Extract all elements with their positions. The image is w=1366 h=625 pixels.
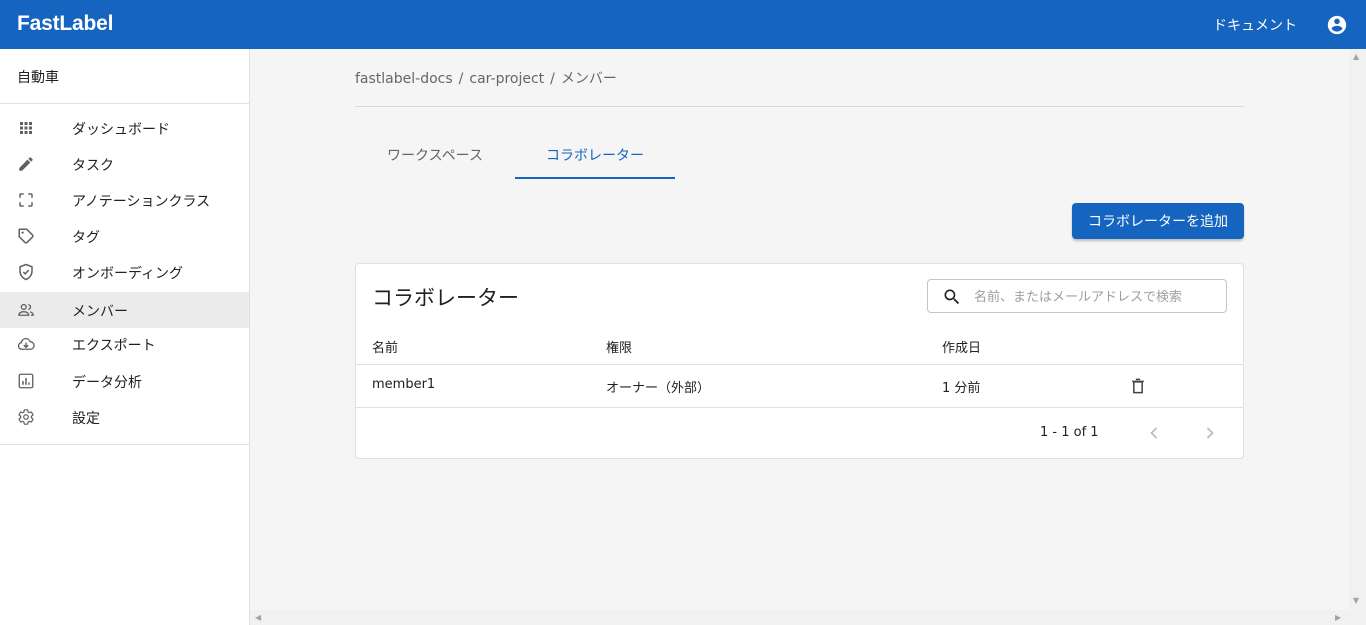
divider — [0, 444, 249, 445]
breadcrumb-separator: / — [458, 71, 464, 87]
divider — [355, 106, 1244, 107]
search-input[interactable] — [974, 286, 1222, 308]
scroll-down-icon[interactable]: ▼ — [1353, 597, 1359, 605]
workspace-name: 自動車 — [17, 70, 59, 86]
documentation-link[interactable]: ドキュメント — [1213, 15, 1297, 35]
column-header-created[interactable]: 作成日 — [942, 337, 981, 356]
pagination-text: 1 - 1 of 1 — [1040, 425, 1099, 440]
shield-check-icon — [19, 263, 33, 281]
sidebar-item-label: オンボーディング — [72, 266, 184, 282]
bar-chart-icon — [18, 373, 34, 389]
scroll-left-icon[interactable]: ◀ — [255, 614, 261, 622]
sidebar-item-label: アノテーションクラス — [72, 194, 211, 210]
people-icon — [18, 303, 34, 316]
sidebar: 自動車 ダッシュボード タスク アノテーションクラス タグ オンボーディング メ… — [0, 49, 250, 625]
crop-frame-icon — [19, 193, 33, 207]
brand-logo[interactable]: FastLabel — [17, 12, 113, 36]
breadcrumb-workspace[interactable]: fastlabel-docs — [355, 71, 453, 87]
sidebar-item-label: ダッシュボード — [72, 122, 170, 138]
sidebar-item-label: タグ — [72, 230, 100, 246]
sidebar-item-tags[interactable]: タグ — [0, 218, 249, 254]
sidebar-item-analytics[interactable]: データ分析 — [0, 363, 249, 399]
sidebar-item-label: 設定 — [72, 411, 100, 427]
column-header-name[interactable]: 名前 — [372, 337, 398, 356]
tag-icon — [18, 228, 34, 244]
sidebar-item-label: データ分析 — [72, 375, 142, 391]
cell-name: member1 — [372, 377, 436, 392]
add-collaborator-button[interactable]: コラボレーターを追加 — [1072, 203, 1244, 239]
sidebar-item-export[interactable]: エクスポート — [0, 326, 249, 362]
card-title: コラボレーター — [372, 286, 519, 310]
sidebar-item-label: タスク — [72, 158, 114, 174]
sidebar-item-tasks[interactable]: タスク — [0, 146, 249, 182]
breadcrumb-separator: / — [550, 71, 555, 87]
app-bar: FastLabel ドキュメント — [0, 0, 1366, 49]
divider — [356, 407, 1243, 408]
sidebar-item-label: メンバー — [72, 304, 128, 320]
sidebar-item-settings[interactable]: 設定 — [0, 399, 249, 435]
sidebar-item-dashboard[interactable]: ダッシュボード — [0, 110, 249, 146]
cloud-download-icon — [17, 337, 35, 350]
divider — [356, 364, 1243, 365]
scroll-up-icon[interactable]: ▲ — [1353, 53, 1359, 61]
search-field[interactable] — [927, 279, 1227, 313]
cell-created: 1 分前 — [942, 381, 981, 396]
sidebar-item-members[interactable]: メンバー — [0, 292, 249, 328]
vertical-scrollbar[interactable]: ▲ ▼ — [1349, 49, 1366, 610]
column-header-role[interactable]: 権限 — [606, 337, 632, 356]
sidebar-item-annotation-classes[interactable]: アノテーションクラス — [0, 182, 249, 218]
cell-role: オーナー（外部） — [606, 381, 711, 396]
account-circle-icon[interactable] — [1326, 14, 1348, 36]
apps-grid-icon — [20, 122, 32, 134]
divider — [0, 103, 249, 104]
breadcrumb-project[interactable]: car-project — [469, 71, 544, 87]
breadcrumb-current: メンバー — [560, 71, 617, 87]
search-icon — [944, 289, 960, 305]
breadcrumb: fastlabel-docs / car-project / メンバー — [355, 68, 617, 88]
delete-icon[interactable] — [1128, 376, 1148, 396]
scroll-right-icon[interactable]: ▶ — [1335, 614, 1341, 622]
gear-icon — [18, 409, 34, 425]
chevron-right-icon[interactable] — [1198, 421, 1222, 445]
sidebar-item-onboarding[interactable]: オンボーディング — [0, 254, 249, 290]
tab-collaborators[interactable]: コラボレーター — [515, 129, 675, 179]
sidebar-item-label: エクスポート — [72, 338, 156, 354]
collaborators-card: コラボレーター 名前 権限 作成日 member1 オーナー（外部） 1 分前 … — [355, 263, 1244, 459]
tab-workspace[interactable]: ワークスペース — [355, 129, 515, 179]
horizontal-scrollbar[interactable]: ◀ ▶ — [250, 610, 1366, 625]
chevron-left-icon[interactable] — [1142, 421, 1166, 445]
pencil-icon — [19, 157, 33, 171]
